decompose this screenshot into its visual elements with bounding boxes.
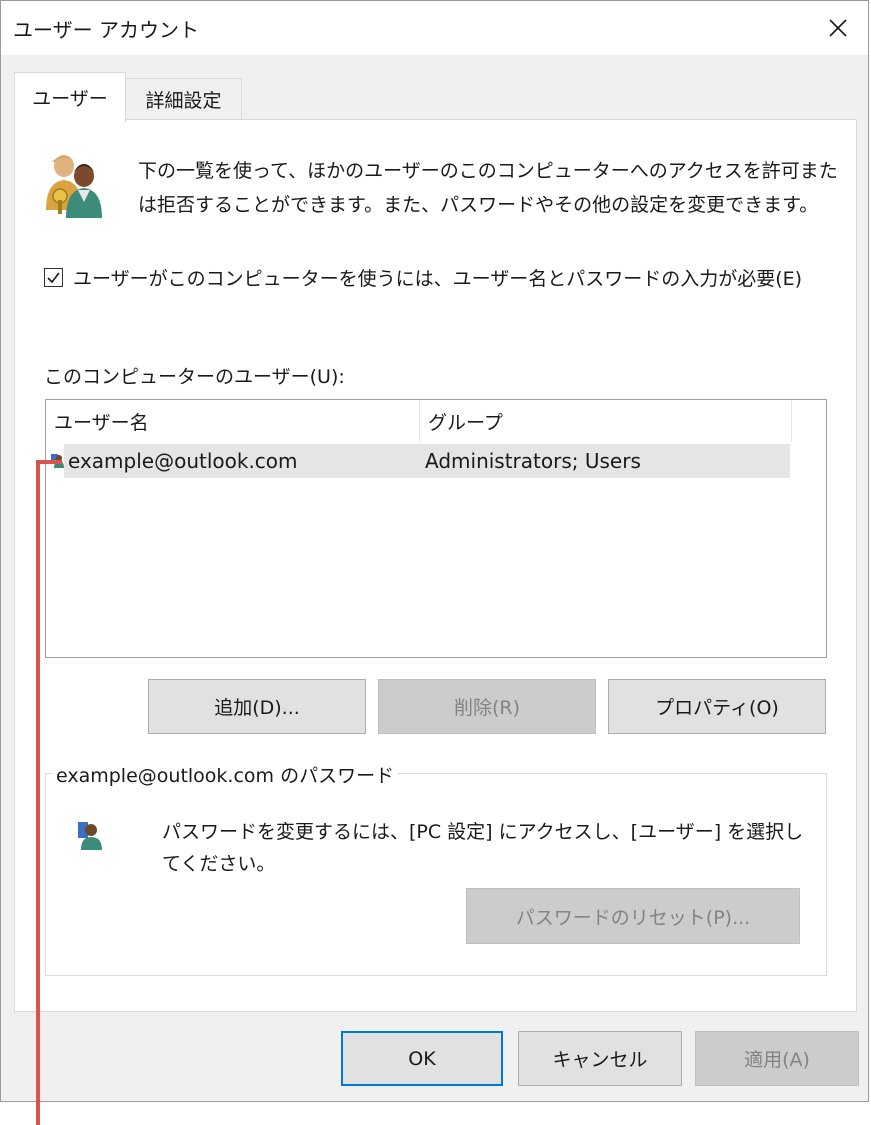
apply-button[interactable]: 適用(A) — [695, 1031, 859, 1086]
password-info-text: パスワードを変更するには、[PC 設定] にアクセスし、[ユーザー] を選択して… — [162, 821, 804, 875]
login-required-row: ユーザーがこのコンピューターを使うには、ユーザー名とパスワードの入力が必要(E) — [44, 264, 802, 291]
callout-line — [36, 462, 40, 1125]
users-icon — [46, 155, 102, 218]
tab-advanced-label: 詳細設定 — [145, 90, 222, 112]
tab-users[interactable]: ユーザー — [14, 72, 126, 122]
checkmark-icon — [47, 272, 60, 284]
row-group: Administrators; Users — [425, 449, 641, 473]
tab-advanced-settings[interactable]: 詳細設定 — [126, 78, 242, 120]
column-username-label: ユーザー名 — [54, 411, 149, 434]
column-header-username[interactable]: ユーザー名 — [46, 400, 420, 442]
add-user-button[interactable]: 追加(D)... — [148, 679, 366, 734]
column-header-group[interactable]: グループ — [420, 400, 792, 442]
tab-users-label: ユーザー — [32, 88, 108, 110]
ok-button[interactable]: OK — [341, 1031, 503, 1086]
title-bar: ユーザー アカウント — [1, 1, 868, 55]
callout-pointer — [36, 460, 62, 464]
row-username: example@outlook.com — [68, 449, 298, 473]
close-button[interactable] — [808, 1, 868, 55]
login-required-checkbox[interactable] — [44, 268, 63, 287]
window-title: ユーザー アカウント — [13, 18, 199, 42]
remove-user-button[interactable]: 削除(R) — [378, 679, 596, 734]
table-row[interactable]: example@outlook.com Administrators; User… — [64, 444, 790, 478]
close-icon — [829, 19, 847, 37]
column-group-label: グループ — [428, 411, 503, 434]
users-listview[interactable]: ユーザー名 グループ example@outlook.com Administr… — [45, 399, 827, 658]
users-list-label: このコンピューターのユーザー(U): — [44, 366, 345, 388]
properties-button[interactable]: プロパティ(O) — [608, 679, 826, 734]
user-password-icon — [78, 822, 102, 850]
intro-text: 下の一覧を使って、ほかのユーザーのこのコンピューターへのアクセスを許可または拒否… — [138, 160, 838, 216]
password-group-title: example@outlook.com のパスワード — [52, 761, 399, 788]
cancel-button[interactable]: キャンセル — [518, 1031, 682, 1086]
reset-password-button[interactable]: パスワードのリセット(P)... — [466, 888, 800, 944]
login-required-label[interactable]: ユーザーがこのコンピューターを使うには、ユーザー名とパスワードの入力が必要(E) — [73, 264, 802, 291]
